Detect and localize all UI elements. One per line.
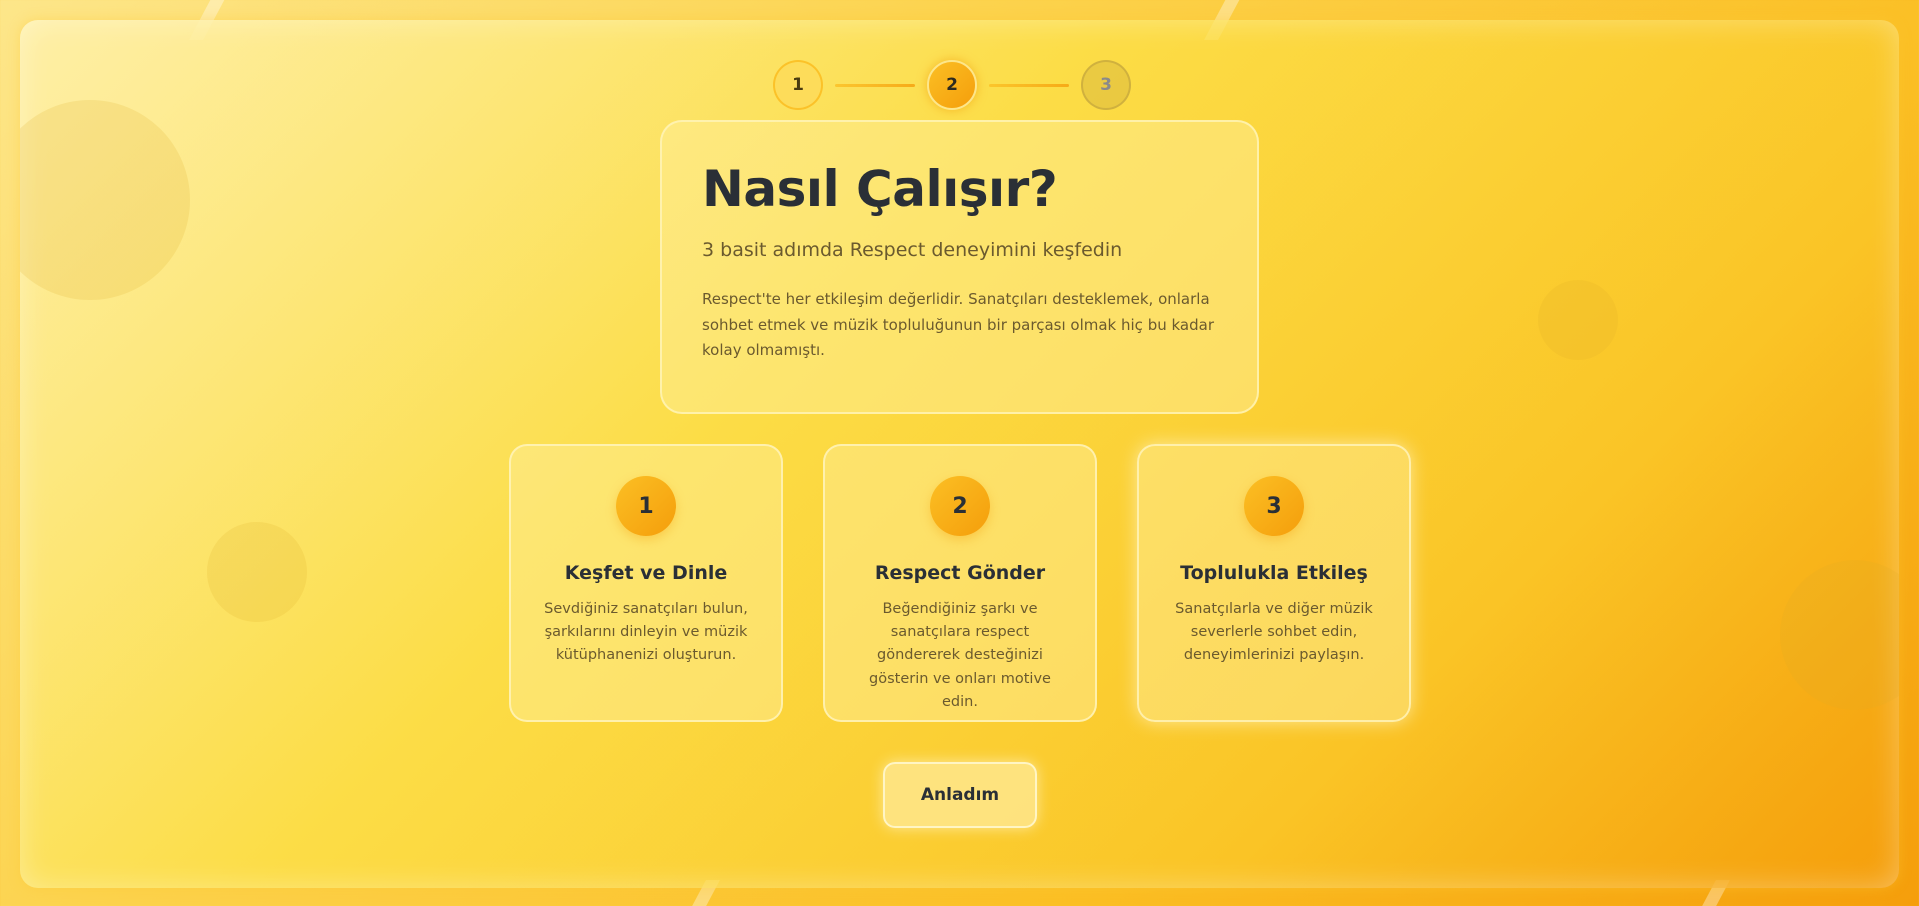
- step-card-title: Respect Gönder: [874, 562, 1046, 584]
- confirm-button[interactable]: Anladım: [883, 762, 1037, 828]
- step-number-badge: 2: [930, 476, 990, 536]
- step-indicator-1[interactable]: 1: [773, 60, 823, 110]
- step-indicator-2[interactable]: 2: [927, 60, 977, 110]
- page-subtitle: 3 basit adımda Respect deneyimini keşfed…: [702, 239, 1123, 261]
- step-connector: [835, 83, 915, 87]
- step-card-title: Toplulukla Etkileş: [1180, 562, 1368, 584]
- step-card-discover: 1 Keşfet ve Dinle Sevdiğiniz sanatçıları…: [509, 444, 783, 722]
- step-number-badge: 3: [1244, 476, 1304, 536]
- decorative-circle: [207, 522, 307, 622]
- steps-cards: 1 Keşfet ve Dinle Sevdiğiniz sanatçıları…: [509, 444, 1411, 722]
- step-card-text: Sanatçılarla ve diğer müzik severlerle s…: [1175, 601, 1373, 664]
- step-card-title: Keşfet ve Dinle: [564, 562, 728, 584]
- decorative-circle: [1780, 560, 1899, 710]
- intro-description: Respect'te her etkileşim değerlidir. San…: [702, 290, 1214, 359]
- step-card-text: Beğendiğiniz şarkı ve sanatçılara respec…: [869, 601, 1051, 710]
- step-number-badge: 1: [616, 476, 676, 536]
- step-card-respect: 2 Respect Gönder Beğendiğiniz şarkı ve s…: [823, 444, 1097, 722]
- step-card-community: 3 Toplulukla Etkileş Sanatçılarla ve diğ…: [1137, 444, 1411, 722]
- progress-stepper: 1 2 3: [773, 60, 1131, 110]
- decorative-circle: [20, 100, 190, 300]
- step-connector: [989, 83, 1069, 87]
- page-title: Nasıl Çalışır?: [702, 160, 1058, 218]
- step-indicator-3[interactable]: 3: [1081, 60, 1131, 110]
- intro-card: Nasıl Çalışır? 3 basit adımda Respect de…: [660, 120, 1259, 414]
- step-card-text: Sevdiğiniz sanatçıları bulun, şarkıların…: [544, 601, 748, 664]
- decorative-circle: [1538, 280, 1618, 360]
